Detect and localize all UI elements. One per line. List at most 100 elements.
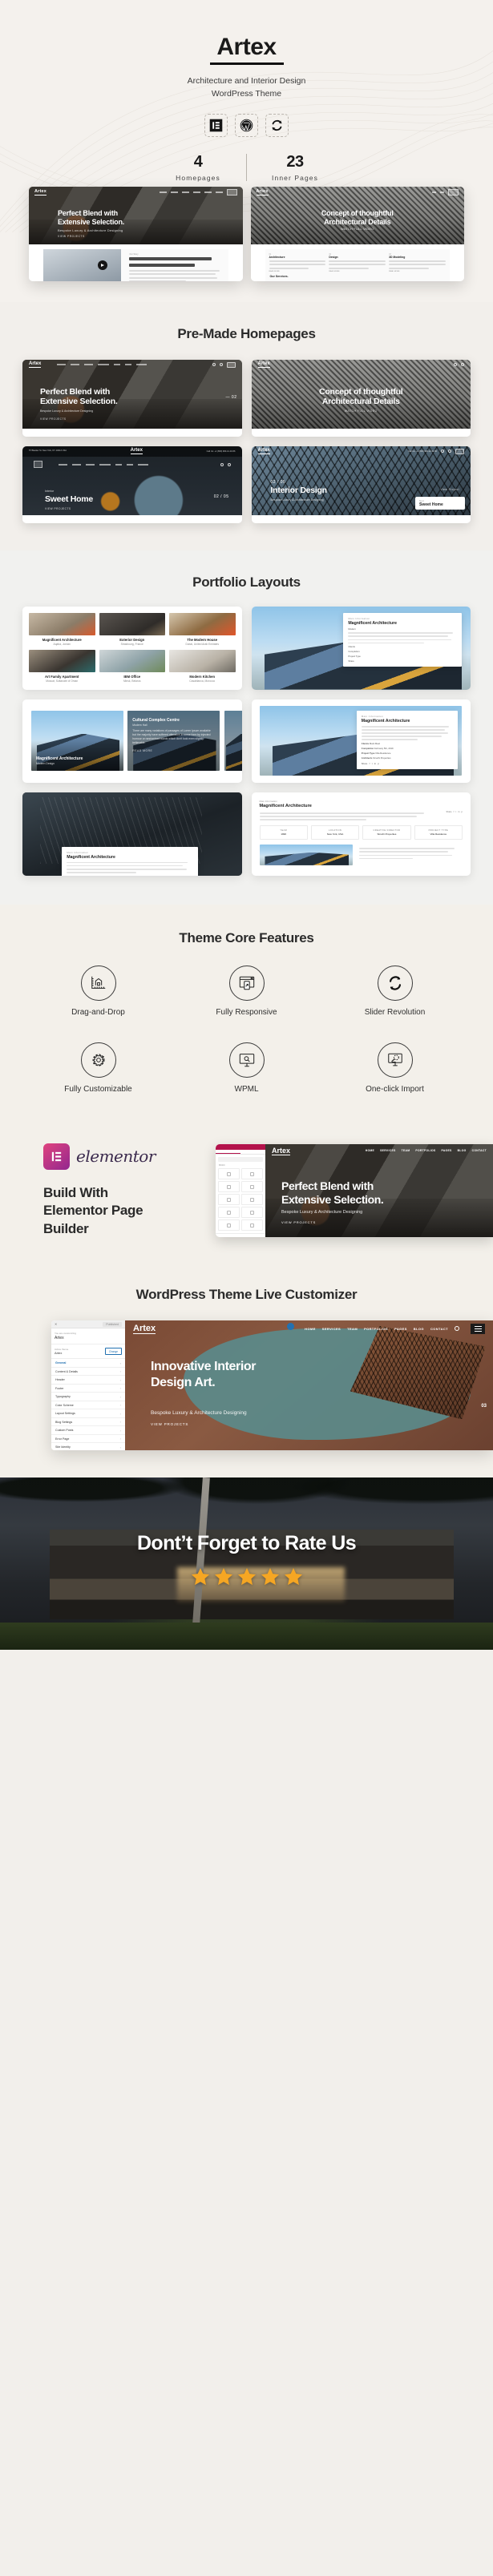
next-slide-chip[interactable]: Next Sweet Home — [415, 496, 465, 510]
customizer-item-content-details[interactable]: Content & Details › — [51, 1368, 125, 1377]
widget-tile[interactable] — [241, 1168, 263, 1180]
elementor-widget-list[interactable] — [216, 1168, 265, 1232]
homepage-nav[interactable] — [57, 364, 147, 366]
hero-preview-card-1[interactable]: Artex Perfect Blend with Extensive Selec… — [29, 186, 243, 281]
portfolio-card-dark[interactable]: Main Information Magnificent Architectur… — [22, 792, 242, 876]
widget-tile[interactable] — [241, 1219, 263, 1232]
homepage-card-1[interactable]: Artex Perfect Blend with Extensive Selec… — [22, 359, 242, 437]
customizer-item-layout-settings[interactable]: Layout Settings › — [51, 1409, 125, 1418]
feature-wpml[interactable]: WPML — [172, 1042, 321, 1094]
hamburger-icon[interactable] — [471, 1323, 485, 1334]
preview-cta[interactable]: VIEW PROJECTS — [151, 1422, 188, 1426]
customizer-item-error-page[interactable]: Error Page › — [51, 1435, 125, 1444]
portfolio-item[interactable]: Exterior Design Strasbourg, France — [99, 612, 165, 646]
portfolio-item[interactable]: Magnificent Architecture Aqaba, Jordan — [29, 612, 95, 646]
play-icon[interactable] — [97, 260, 107, 271]
hamburger-icon[interactable] — [34, 461, 42, 469]
customizer-sidebar[interactable]: ✕ Published You are customizing Artex Ac… — [51, 1320, 125, 1451]
elementor-panel-tabs[interactable] — [216, 1150, 265, 1155]
homepage-nav-icons[interactable] — [220, 462, 231, 466]
hamburger-icon[interactable] — [226, 361, 236, 368]
homepage-cta[interactable]: VIEW PROJECTS — [40, 417, 67, 421]
customizer-item-general[interactable]: General › — [51, 1359, 125, 1368]
widget-tile[interactable] — [218, 1194, 240, 1206]
widget-tile[interactable] — [218, 1168, 240, 1180]
star-rating[interactable] — [0, 1566, 493, 1587]
hamburger-icon[interactable] — [455, 448, 464, 454]
widget-tile[interactable] — [218, 1219, 240, 1232]
cart-icon[interactable] — [219, 363, 223, 367]
customizer-item-typography[interactable]: Typography › — [51, 1393, 125, 1401]
customizer-item-custom-posts[interactable]: Custom Posts › — [51, 1426, 125, 1435]
search-icon[interactable] — [454, 363, 457, 367]
preview-nav[interactable]: HOME SERVICES TEAM PORTFOLIOS PAGES BLOG CO… — [366, 1149, 487, 1152]
preview-nav[interactable]: HOME SERVICES TEAM PORTFOLIOS PAGES BLOG CO… — [305, 1323, 485, 1334]
portfolio-card-detail-page[interactable]: Main Information Magnificent Architectur… — [251, 792, 471, 876]
slide-1[interactable]: Magnificent Architecture Modern Design — [30, 711, 123, 771]
portfolio-card-grid[interactable]: Magnificent Architecture Aqaba, Jordan E… — [22, 606, 242, 690]
elementor-widgets-panel[interactable]: BASIC — [216, 1144, 265, 1238]
star-icon[interactable] — [190, 1566, 211, 1587]
close-icon[interactable]: ✕ — [55, 1322, 57, 1326]
feature-drag-and-drop[interactable]: Drag-and-Drop — [24, 965, 172, 1017]
widget-tile[interactable] — [218, 1181, 240, 1193]
feature-one-click-import[interactable]: One-click Import — [321, 1042, 469, 1094]
portfolio-card-detail-overlay[interactable]: Main Information Magnificent Architectur… — [251, 606, 471, 690]
customizer-item-color-scheme[interactable]: Color Scheme › — [51, 1401, 125, 1410]
change-theme-button[interactable]: Change — [104, 1348, 122, 1356]
slide-3[interactable] — [224, 711, 242, 771]
search-icon[interactable] — [220, 462, 224, 466]
feature-slider-revolution[interactable]: Slider Revolution — [321, 965, 469, 1017]
widget-tile[interactable] — [241, 1181, 263, 1193]
search-icon[interactable] — [441, 449, 444, 454]
portfolio-item[interactable]: IBM Office Minsk, Belarus — [99, 649, 165, 683]
feature-fully-responsive[interactable]: Fully Responsive — [172, 965, 321, 1017]
widget-tile[interactable] — [241, 1194, 263, 1206]
homepage-cta[interactable]: VIEW PROJECTS — [45, 507, 71, 510]
customizer-screenshot[interactable]: ✕ Published You are customizing Artex Ac… — [51, 1320, 493, 1451]
portfolio-item[interactable]: The Modern House Dubai, United Arab Emir… — [169, 612, 236, 646]
homepage-card-2[interactable]: Artex Concept of thoughtful Architectura… — [251, 359, 471, 437]
cart-icon[interactable] — [448, 449, 451, 454]
star-icon[interactable] — [283, 1566, 304, 1587]
customizer-item-site-identity[interactable]: Site Identity › — [51, 1443, 125, 1450]
star-icon[interactable] — [260, 1566, 281, 1587]
cart-icon[interactable] — [461, 363, 464, 367]
widget-tile[interactable] — [241, 1207, 263, 1219]
hamburger-icon[interactable] — [226, 188, 237, 196]
customizer-item-header[interactable]: Header › — [51, 1376, 125, 1385]
slide-2[interactable]: Cultural Complex Centre Modern Hall Ther… — [127, 711, 220, 771]
widget-tile[interactable] — [218, 1207, 240, 1219]
homepage-nav[interactable] — [59, 463, 148, 466]
badge-one-click-import[interactable] — [265, 113, 289, 137]
homepage-card-3[interactable]: 57 Bleeker St. New York, NY 10012 USA Ar… — [22, 445, 242, 523]
publish-button[interactable]: Published — [103, 1321, 122, 1327]
star-icon[interactable] — [213, 1566, 234, 1587]
elementor-editor-screenshot[interactable]: BASIC Artex HOME SERVICES TEAM PORTFOLIO… — [216, 1144, 493, 1238]
homepage-subtitle[interactable]: WATCH FULL VIDEO — [252, 409, 471, 413]
customizer-item-blog-settings[interactable]: Blog Settings › — [51, 1418, 125, 1427]
preview-cta[interactable]: VIEW PROJECTS — [58, 235, 85, 238]
preview-cta[interactable]: VIEW PROJECTS — [281, 1220, 316, 1224]
star-icon[interactable] — [236, 1566, 257, 1587]
hero-preview-card-2[interactable]: Artex Concept of thoughtful Architectura… — [250, 186, 464, 281]
badge-elementor[interactable] — [204, 113, 228, 137]
portfolio-item[interactable]: Art Family Apartment Muscat, Sultanate o… — [29, 649, 95, 683]
feature-fully-customizable[interactable]: Fully Customizable — [24, 1042, 172, 1094]
search-icon[interactable] — [455, 1326, 459, 1332]
customizer-item-footer[interactable]: Footer › — [51, 1385, 125, 1393]
hamburger-icon[interactable] — [448, 188, 459, 196]
elementor-search-input[interactable] — [218, 1157, 263, 1163]
homepage-nav-icons[interactable] — [454, 363, 464, 367]
badge-wordpress[interactable] — [235, 113, 258, 137]
homepage-cta[interactable]: View Project — [440, 488, 459, 491]
homepage-nav-icons[interactable]: Call Us: +1 (800) 900-12-34-56 — [408, 448, 464, 454]
elementor-panel-sections[interactable] — [216, 1233, 265, 1237]
homepage-card-4[interactable]: Artex Call Us: +1 (800) 900-12-34-56 02 … — [251, 445, 471, 523]
portfolio-item[interactable]: Modern Kitchen Casablanca, Morocco — [169, 649, 236, 683]
portfolio-card-hero-detail[interactable]: Main Information Magnificent Architectur… — [251, 699, 471, 783]
cart-icon[interactable] — [227, 462, 231, 466]
search-icon[interactable] — [212, 363, 216, 367]
portfolio-card-slider[interactable]: Magnificent Architecture Modern Design C… — [22, 699, 242, 783]
homepage-nav-icons[interactable] — [212, 361, 236, 368]
